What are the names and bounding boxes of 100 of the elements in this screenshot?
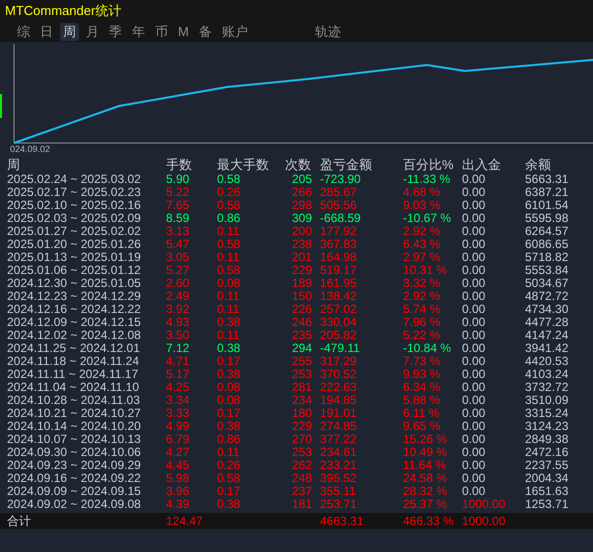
table-cell-text: -10.67 % bbox=[403, 212, 452, 225]
table-cell-text: 270 bbox=[290, 433, 312, 446]
table-cell-text: 519.17 bbox=[320, 264, 358, 277]
table-cell-text: 0.38 bbox=[217, 498, 242, 511]
table-cell-text: 0.00 bbox=[462, 433, 486, 446]
table-cell-text: 2024.09.16 ~ 2024.09.22 bbox=[6, 472, 142, 485]
table-cell-text: 0.38 bbox=[217, 420, 242, 433]
table-cell-text: 4.93 bbox=[166, 316, 190, 329]
table-cell-text: 5.17 bbox=[166, 368, 190, 381]
tab[interactable]: 备 bbox=[196, 23, 215, 41]
table-cell-text: 3.32 % bbox=[403, 277, 442, 290]
table-cell-text: 4.99 bbox=[166, 420, 190, 433]
tab[interactable]: 日 bbox=[37, 23, 56, 41]
table-cell-text: 2024.09.02 ~ 2024.09.08 bbox=[6, 498, 142, 511]
table-cell-text: 0.00 bbox=[462, 368, 486, 381]
tab[interactable]: 年 bbox=[129, 23, 148, 41]
edge-marker bbox=[0, 94, 2, 118]
table-cell-text: 234 bbox=[290, 394, 312, 407]
tab[interactable]: 综 bbox=[14, 23, 33, 41]
table-cell-text: 3.92 bbox=[166, 303, 190, 316]
table-cell-text: 181 bbox=[290, 498, 312, 511]
table-cell-text: 255 bbox=[290, 355, 312, 368]
tab[interactable]: 月 bbox=[83, 23, 102, 41]
table-cell-text: 10.49 % bbox=[403, 446, 448, 459]
axis-label: 024.09.02 bbox=[10, 144, 50, 154]
table-cell-text: 285.67 bbox=[320, 186, 358, 199]
table-cell-text: 2.92 % bbox=[403, 225, 442, 238]
table-cell-text: 3.33 bbox=[166, 407, 190, 420]
table-cell-text: 0.00 bbox=[462, 459, 486, 472]
table-cell-text: 2849.38 bbox=[525, 433, 570, 446]
table-cell-text: 2024.10.14 ~ 2024.10.20 bbox=[6, 420, 142, 433]
tab[interactable]: 季 bbox=[106, 23, 125, 41]
column-header: 周 bbox=[6, 157, 21, 173]
table-cell-text: 0.00 bbox=[462, 212, 486, 225]
table-cell-text: 9.03 % bbox=[403, 199, 442, 212]
column-header: 余额 bbox=[525, 157, 552, 173]
table-cell-text: 1651.63 bbox=[525, 485, 570, 498]
table-cell-text: 2025.02.03 ~ 2025.02.09 bbox=[6, 212, 142, 225]
table-cell-text: 0.08 bbox=[217, 381, 242, 394]
table-cell-text: 2024.10.28 ~ 2024.11.03 bbox=[6, 394, 141, 407]
table-cell-text: 0.26 bbox=[217, 186, 242, 199]
table-cell-text: 11.64 % bbox=[403, 459, 448, 472]
table-cell-text: 0.08 bbox=[217, 277, 242, 290]
table-cell-text: 330.04 bbox=[320, 316, 358, 329]
table-cell-text: 235 bbox=[290, 329, 312, 342]
tab[interactable]: 轨迹 bbox=[312, 23, 344, 41]
table-cell-text: 233.21 bbox=[320, 459, 358, 472]
table-cell-text: 205 bbox=[290, 173, 312, 186]
table-cell-text: 355.11 bbox=[320, 485, 357, 498]
table-cell-text: 3315.24 bbox=[525, 407, 570, 420]
table-cell-text: 5.27 bbox=[166, 264, 190, 277]
table-cell-text: 200 bbox=[290, 225, 312, 238]
table-cell-text: 4.39 bbox=[166, 498, 190, 511]
column-header: 次数 bbox=[285, 157, 312, 173]
table-cell-text: 0.26 bbox=[217, 459, 242, 472]
table-cell-text: 253.71 bbox=[320, 498, 358, 511]
table-cell-text: -479.11 bbox=[320, 342, 361, 355]
table-cell-text: 7.65 bbox=[166, 199, 190, 212]
table-cell-text: 25.37 % bbox=[403, 498, 448, 511]
table-cell-text: 0.17 bbox=[217, 355, 242, 368]
table-cell-text: 191.01 bbox=[320, 407, 358, 420]
table-cell-text: 180 bbox=[290, 407, 312, 420]
table-cell-text: 2025.01.06 ~ 2025.01.12 bbox=[6, 264, 142, 277]
table-cell-text: 367.83 bbox=[320, 238, 358, 251]
table-cell-text: 0.17 bbox=[217, 407, 242, 420]
table-cell-text: 6086.65 bbox=[525, 238, 570, 251]
table-cell-text: -723.90 bbox=[320, 173, 362, 186]
table-cell-text: 2025.01.20 ~ 2025.01.26 bbox=[6, 238, 142, 251]
table-cell-text: 5.22 % bbox=[403, 329, 442, 342]
table-cell-text: 5.47 bbox=[166, 238, 190, 251]
table-cell-text: 505.56 bbox=[320, 199, 358, 212]
table-cell-text: 262 bbox=[290, 459, 312, 472]
tab[interactable]: 账户 bbox=[218, 23, 251, 41]
table-cell-text: 2024.10.07 ~ 2024.10.13 bbox=[6, 433, 142, 446]
table-cell-text: 177.92 bbox=[320, 225, 358, 238]
table-cell-text: 4147.24 bbox=[525, 329, 570, 342]
table-cell-text: 0.00 bbox=[462, 381, 486, 394]
tab[interactable]: 币 bbox=[152, 23, 171, 41]
table-cell-text: 0.08 bbox=[217, 394, 242, 407]
table-cell-text: 0.11 bbox=[217, 251, 240, 264]
table-cell-text: 2024.09.23 ~ 2024.09.29 bbox=[6, 459, 142, 472]
table-cell-text: 3941.42 bbox=[525, 342, 570, 355]
table-cell-text: 1000.00 bbox=[462, 513, 506, 529]
table-cell-text: 6264.57 bbox=[525, 225, 570, 238]
table-cell-text: 2024.12.16 ~ 2024.12.22 bbox=[6, 303, 142, 316]
table-cell-text: 4103.24 bbox=[525, 368, 570, 381]
table-cell-text: 294 bbox=[290, 342, 312, 355]
tab[interactable]: 周 bbox=[60, 23, 79, 41]
table-cell-text: 2025.01.27 ~ 2025.02.02 bbox=[6, 225, 142, 238]
table-cell-text: 0.38 bbox=[217, 342, 242, 355]
table-cell-text: 4477.28 bbox=[525, 316, 570, 329]
table-cell-text: 0.11 bbox=[217, 290, 240, 303]
table-cell-text: 164.98 bbox=[320, 251, 358, 264]
table-cell-text: 3124.23 bbox=[525, 420, 570, 433]
table-cell-text: 3.50 bbox=[166, 329, 190, 342]
table-cell-text: 6.11 % bbox=[403, 407, 440, 420]
tab[interactable]: M bbox=[175, 23, 192, 41]
table-cell-text: 15.26 % bbox=[403, 433, 448, 446]
table-cell-text: 2472.16 bbox=[525, 446, 570, 459]
table-cell-text: 0.00 bbox=[462, 277, 486, 290]
